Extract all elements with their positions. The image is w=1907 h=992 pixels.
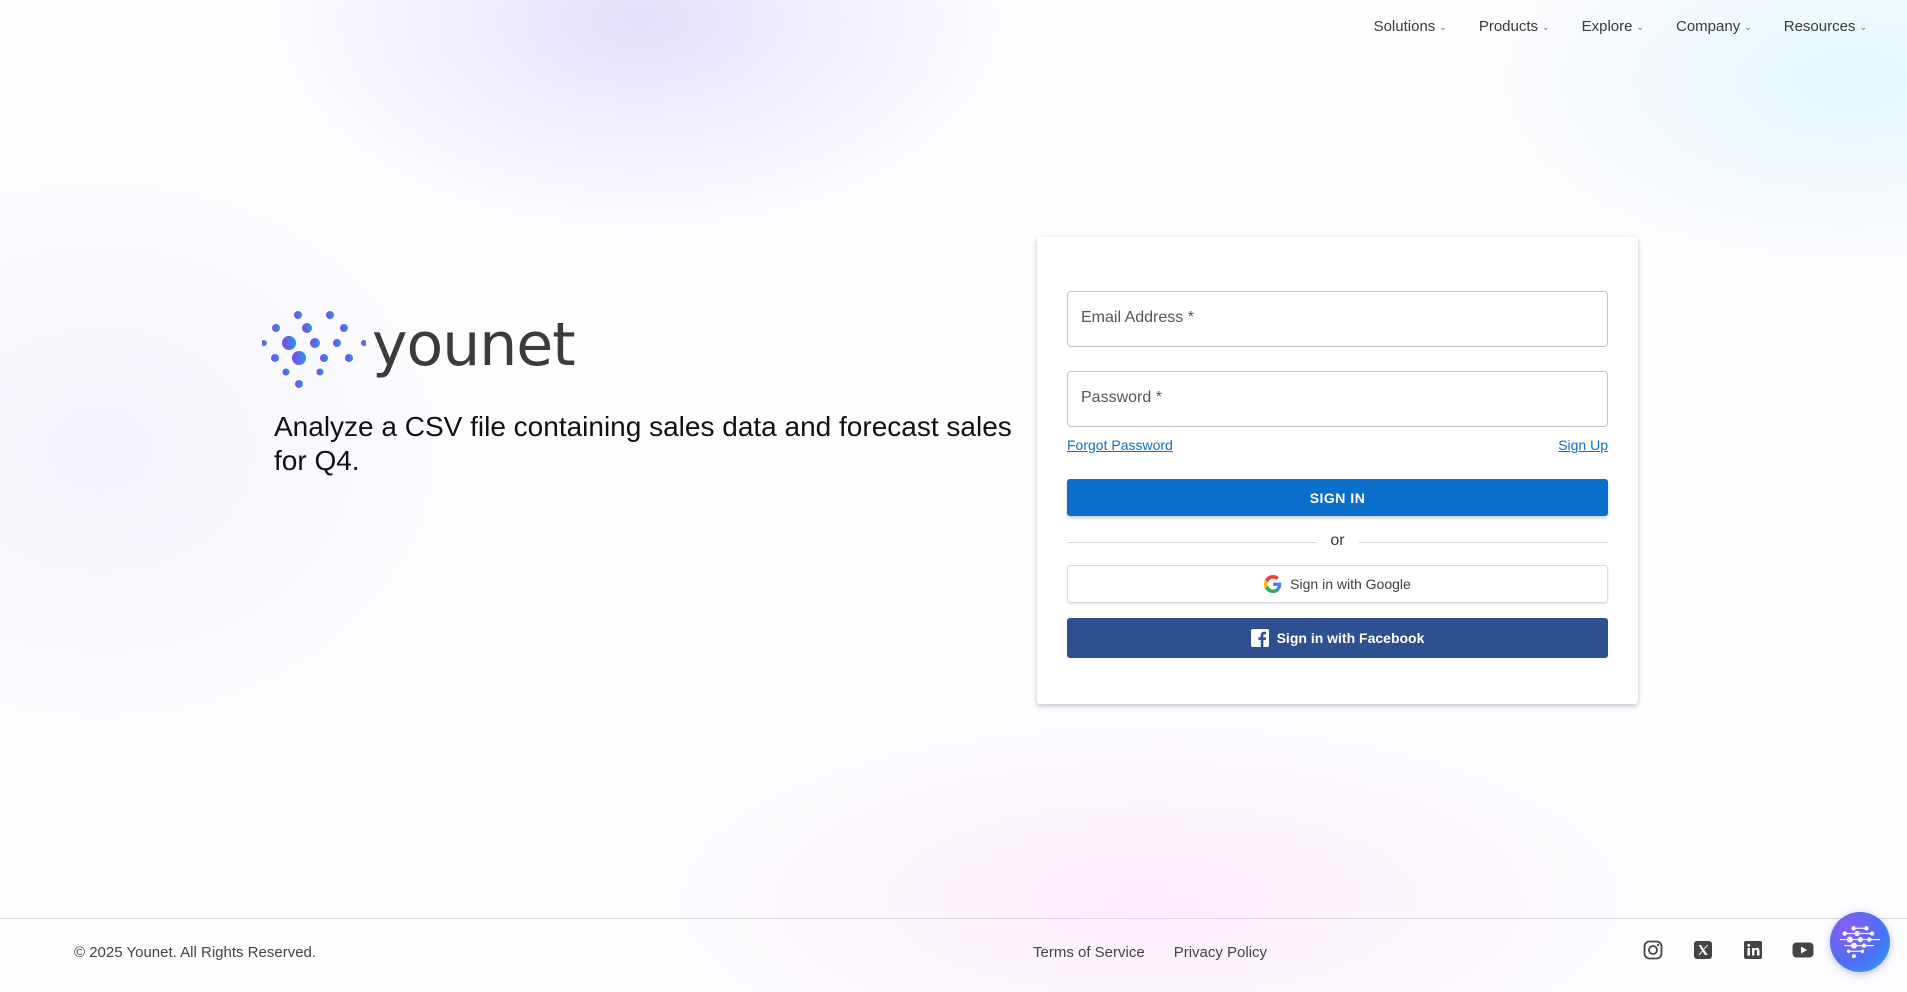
- logo-mark-icon: [262, 311, 366, 388]
- email-field[interactable]: Email Address *: [1067, 291, 1608, 347]
- nav-explore-label: Explore: [1581, 18, 1633, 35]
- nav-resources-label: Resources: [1783, 18, 1856, 35]
- chevron-down-icon: ⌄: [1859, 22, 1867, 32]
- youtube-icon[interactable]: [1792, 939, 1814, 961]
- privacy-policy-link[interactable]: Privacy Policy: [1174, 944, 1267, 961]
- x-icon[interactable]: [1692, 939, 1714, 961]
- google-button-label: Sign in with Google: [1290, 576, 1411, 592]
- tagline: Analyze a CSV file containing sales data…: [274, 411, 1012, 476]
- google-icon: [1264, 575, 1282, 593]
- divider-line: [1358, 542, 1608, 543]
- brand-logo[interactable]: younet: [262, 310, 576, 388]
- forgot-password-link[interactable]: Forgot Password: [1067, 437, 1173, 453]
- chevron-down-icon: ⌄: [1744, 22, 1752, 32]
- chevron-down-icon: ⌄: [1636, 22, 1644, 32]
- copyright-text: © 2025 Younet. All Rights Reserved.: [74, 944, 317, 961]
- password-input[interactable]: [1068, 372, 1607, 426]
- linkedin-icon[interactable]: [1742, 939, 1764, 961]
- sign-up-link[interactable]: Sign Up: [1558, 437, 1608, 453]
- nav-products-label: Products: [1478, 18, 1539, 35]
- chat-assistant-button[interactable]: [1830, 912, 1890, 972]
- instagram-icon[interactable]: [1642, 939, 1664, 961]
- signin-card: Email Address * Password * Forgot Passwo…: [1037, 237, 1638, 704]
- password-field[interactable]: Password *: [1067, 371, 1608, 427]
- facebook-signin-button[interactable]: Sign in with Facebook: [1067, 618, 1608, 658]
- auth-links: Forgot Password Sign Up: [1067, 437, 1608, 453]
- social-links: [1642, 939, 1814, 961]
- nav-products[interactable]: Products ⌄: [1479, 18, 1550, 35]
- or-divider: or: [1067, 532, 1608, 552]
- chevron-down-icon: ⌄: [1439, 22, 1447, 32]
- nav-explore[interactable]: Explore ⌄: [1582, 18, 1644, 35]
- footer-links: Terms of Service Privacy Policy: [1033, 944, 1267, 961]
- facebook-button-label: Sign in with Facebook: [1276, 630, 1425, 646]
- nav-solutions[interactable]: Solutions ⌄: [1374, 18, 1447, 35]
- nav-resources[interactable]: Resources ⌄: [1784, 18, 1867, 35]
- chevron-down-icon: ⌄: [1542, 22, 1550, 32]
- nav-company[interactable]: Company ⌄: [1676, 18, 1752, 35]
- email-input[interactable]: [1068, 292, 1607, 346]
- top-nav: Solutions ⌄ Products ⌄ Explore ⌄ Company…: [1342, 18, 1867, 35]
- logo-mark-icon: [1839, 926, 1881, 959]
- facebook-icon: [1250, 629, 1269, 647]
- brand-name: younet: [372, 310, 576, 380]
- sign-in-button[interactable]: SIGN IN: [1067, 479, 1608, 516]
- divider-text: or: [1330, 532, 1345, 549]
- nav-solutions-label: Solutions: [1373, 18, 1436, 35]
- nav-company-label: Company: [1676, 18, 1741, 35]
- google-signin-button[interactable]: Sign in with Google: [1067, 565, 1608, 603]
- footer: © 2025 Younet. All Rights Reserved. Term…: [0, 918, 1907, 992]
- terms-of-service-link[interactable]: Terms of Service: [1033, 944, 1145, 961]
